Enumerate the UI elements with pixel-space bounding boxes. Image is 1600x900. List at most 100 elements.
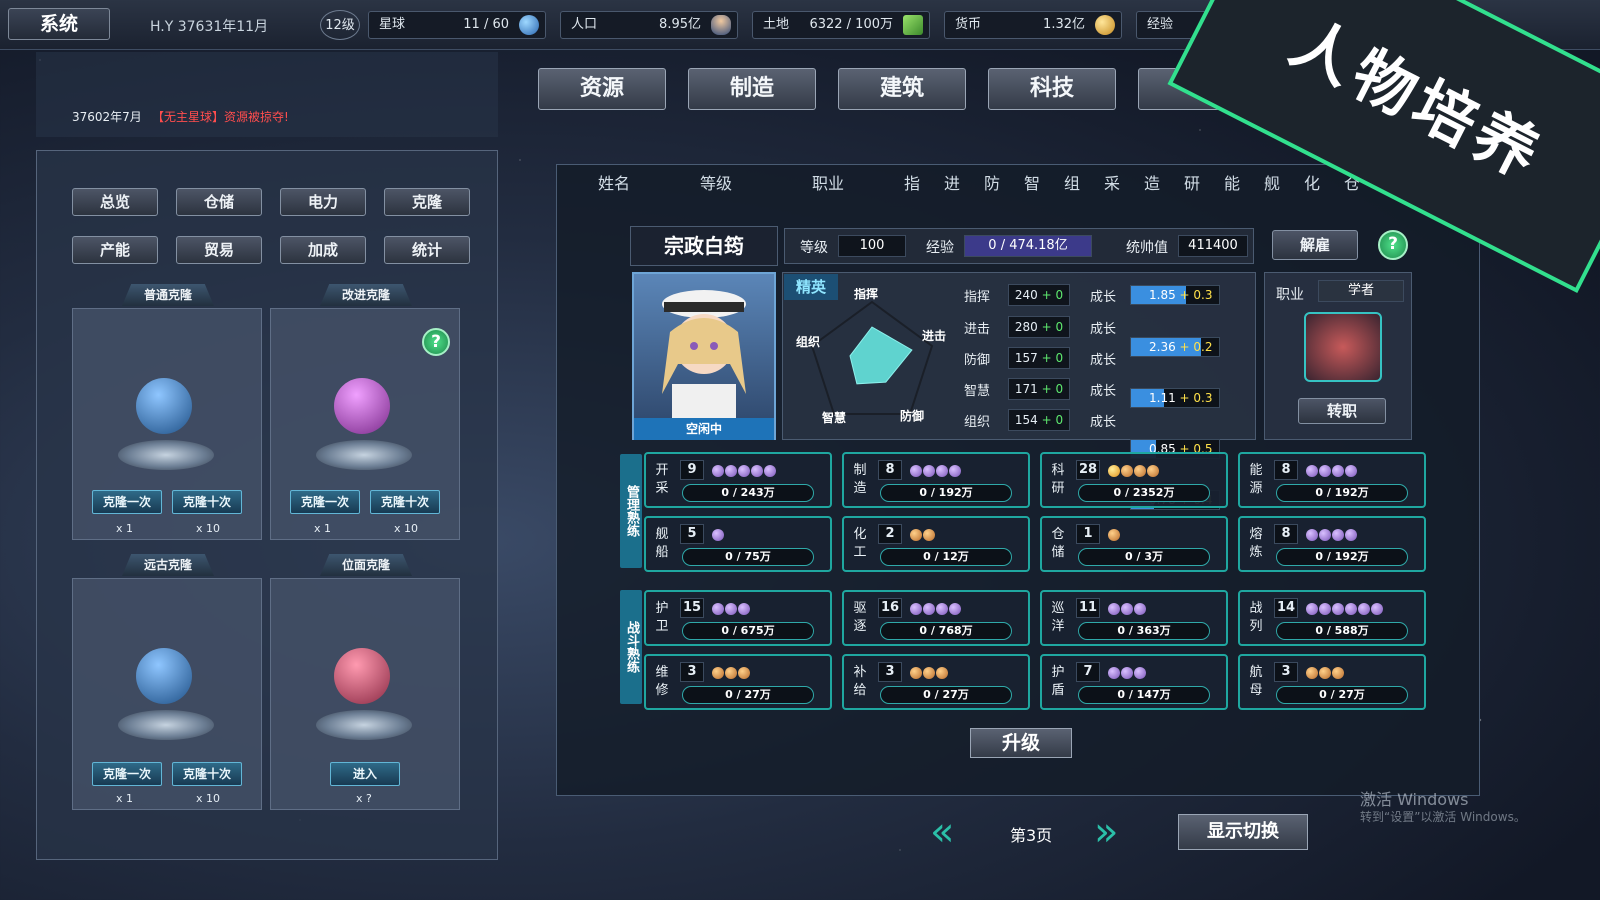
menu-trade[interactable]: 贸易 (176, 236, 262, 264)
skill-cell[interactable]: 战列 14 0 / 588万 (1238, 590, 1426, 646)
skill-stars (910, 602, 961, 616)
dismiss-button[interactable]: 解雇 (1272, 230, 1358, 260)
col-research[interactable]: 研 (1184, 170, 1200, 194)
menu-capacity[interactable]: 产能 (72, 236, 158, 264)
display-switch-button[interactable]: 显示切换 (1178, 814, 1308, 850)
message-text[interactable]: 【无主星球】资源被掠夺! (152, 108, 289, 125)
skill-cell[interactable]: 护盾 7 0 / 147万 (1040, 654, 1228, 710)
skill-level: 14 (1274, 598, 1298, 618)
col-name[interactable]: 姓名 (598, 170, 630, 194)
col-command[interactable]: 指 (904, 170, 920, 194)
stat-label: 星球 (379, 17, 406, 32)
transfer-job-button[interactable]: 转职 (1298, 398, 1386, 424)
col-energy[interactable]: 能 (1224, 170, 1240, 194)
clone-cost: x 10 (196, 792, 221, 805)
prev-page-icon[interactable]: « (930, 812, 954, 852)
growth-label: 成长 (1090, 384, 1117, 399)
help-icon[interactable]: ? (1378, 230, 1408, 260)
col-attack[interactable]: 进 (944, 170, 960, 194)
tab-building[interactable]: 建筑 (838, 68, 966, 110)
clone-once-button[interactable]: 克隆一次 (92, 762, 162, 786)
skill-cell[interactable]: 仓储 1 0 / 3万 (1040, 516, 1228, 572)
proficiency-star-icon (1306, 465, 1318, 477)
col-level[interactable]: 等级 (700, 170, 732, 194)
proficiency-star-icon (1332, 667, 1344, 679)
col-job[interactable]: 职业 (812, 170, 844, 194)
col-mining[interactable]: 采 (1104, 170, 1120, 194)
clone-enter-button[interactable]: 进入 (330, 762, 400, 786)
col-craft[interactable]: 造 (1144, 170, 1160, 194)
skill-cell[interactable]: 维修 3 0 / 27万 (644, 654, 832, 710)
tab-manufacturing[interactable]: 制造 (688, 68, 816, 110)
col-wisdom[interactable]: 智 (1024, 170, 1040, 194)
skill-level: 5 (680, 524, 704, 544)
skill-stars (1306, 464, 1357, 478)
attr-base: 157 (1014, 351, 1038, 365)
skill-cell[interactable]: 巡洋 11 0 / 363万 (1040, 590, 1228, 646)
proficiency-star-icon (1108, 667, 1120, 679)
skill-cell[interactable]: 补给 3 0 / 27万 (842, 654, 1030, 710)
tab-technology[interactable]: 科技 (988, 68, 1116, 110)
clone-once-button[interactable]: 克隆一次 (92, 490, 162, 514)
skill-cell[interactable]: 驱逐 16 0 / 768万 (842, 590, 1030, 646)
skill-name: 战列 (1249, 601, 1263, 634)
clone-unit-icon (136, 648, 192, 704)
attr-label: 指挥 (964, 290, 991, 305)
growth-bonus: + 0.3 (1179, 288, 1213, 302)
exp-bar: 0 / 474.18亿 (964, 235, 1092, 257)
menu-clone[interactable]: 克隆 (384, 188, 470, 216)
attr-base: 240 (1014, 288, 1038, 302)
next-page-icon[interactable]: » (1094, 812, 1118, 852)
clone-ten-button[interactable]: 克隆十次 (172, 490, 242, 514)
skill-cell[interactable]: 开采 9 0 / 243万 (644, 452, 832, 508)
skill-progress: 0 / 192万 (1276, 484, 1408, 502)
clone-help-icon[interactable]: ? (422, 328, 450, 356)
growth-label: 成长 (1090, 353, 1117, 368)
attr-bonus: + 0 (1041, 351, 1064, 365)
attr-label: 防御 (964, 353, 991, 368)
menu-overview[interactable]: 总览 (72, 188, 158, 216)
attr-base: 280 (1014, 320, 1038, 334)
skill-stars (712, 528, 724, 542)
skill-stars (910, 528, 935, 542)
col-chem[interactable]: 化 (1304, 170, 1320, 194)
stat-label: 土地 (763, 17, 790, 32)
menu-power[interactable]: 电力 (280, 188, 366, 216)
attr-label: 组织 (964, 415, 991, 430)
col-ship[interactable]: 舰 (1264, 170, 1280, 194)
skill-cell[interactable]: 舰船 5 0 / 75万 (644, 516, 832, 572)
system-button[interactable]: 系统 (8, 8, 110, 40)
upgrade-button[interactable]: 升级 (970, 728, 1072, 758)
skill-cell[interactable]: 科研 28 0 / 2352万 (1040, 452, 1228, 508)
menu-bonus[interactable]: 加成 (280, 236, 366, 264)
proficiency-star-icon (1358, 603, 1370, 615)
clone-ten-button[interactable]: 克隆十次 (172, 762, 242, 786)
proficiency-star-icon (949, 465, 961, 477)
person-icon (711, 15, 731, 35)
skill-cell[interactable]: 航母 3 0 / 27万 (1238, 654, 1426, 710)
skill-cell[interactable]: 化工 2 0 / 12万 (842, 516, 1030, 572)
menu-storage[interactable]: 仓储 (176, 188, 262, 216)
col-defense[interactable]: 防 (984, 170, 1000, 194)
skill-stars (712, 602, 750, 616)
skill-cell[interactable]: 制造 8 0 / 192万 (842, 452, 1030, 508)
skill-progress: 0 / 2352万 (1078, 484, 1210, 502)
attr-label: 智慧 (964, 384, 991, 399)
radar-chart: 指挥 进击 防御 智慧 组织 (796, 288, 946, 425)
growth-text: 1.11 + 0.3 (1131, 391, 1213, 405)
clone-card-title: 远古克隆 (122, 554, 214, 576)
skill-cell[interactable]: 熔炼 8 0 / 192万 (1238, 516, 1426, 572)
skill-cell[interactable]: 护卫 15 0 / 675万 (644, 590, 832, 646)
attr-bonus: + 0 (1041, 413, 1064, 427)
clone-ten-button[interactable]: 克隆十次 (370, 490, 440, 514)
proficiency-star-icon (1332, 603, 1344, 615)
skill-cell[interactable]: 能源 8 0 / 192万 (1238, 452, 1426, 508)
col-organize[interactable]: 组 (1064, 170, 1080, 194)
tab-resources[interactable]: 资源 (538, 68, 666, 110)
combat-proficiency-label: 战斗熟练 (620, 590, 642, 704)
stat-currency: 货币 1.32亿 (944, 11, 1122, 39)
clone-cost: x ? (356, 792, 372, 805)
menu-statistics[interactable]: 统计 (384, 236, 470, 264)
proficiency-star-icon (1134, 603, 1146, 615)
clone-once-button[interactable]: 克隆一次 (290, 490, 360, 514)
